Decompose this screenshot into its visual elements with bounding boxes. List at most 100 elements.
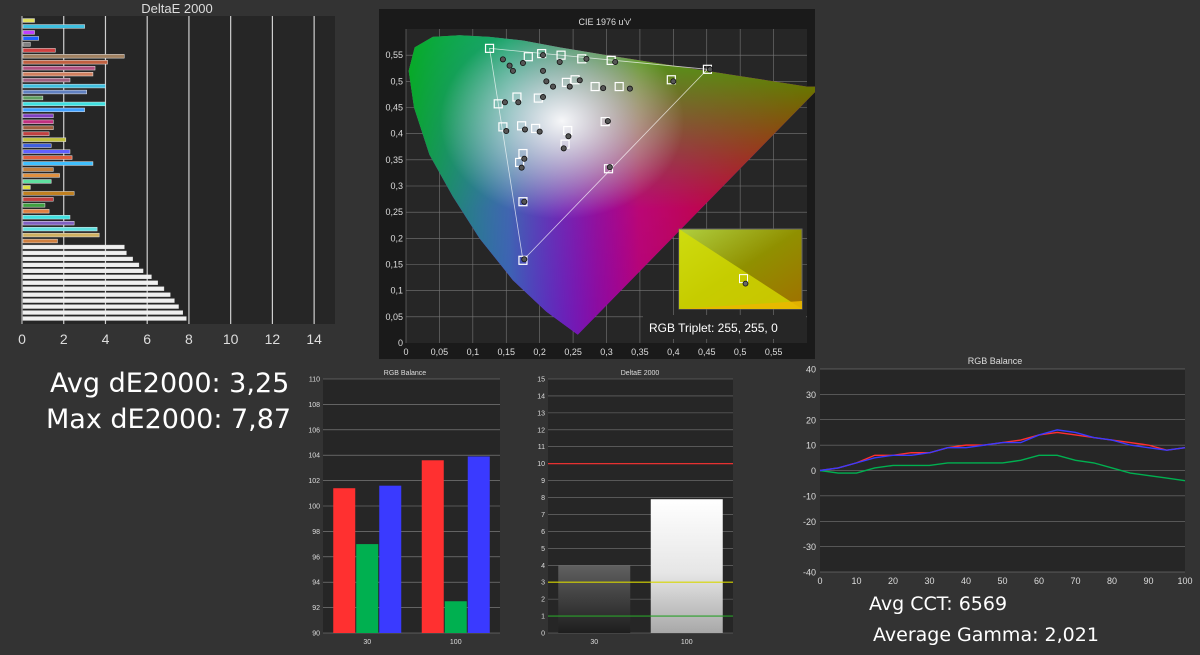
deltae-bar (22, 262, 140, 268)
y-tick-label: -10 (803, 491, 816, 501)
x-tick-label: 6 (143, 331, 151, 347)
max-de2000-label: Max dE2000: 7,87 (46, 404, 292, 435)
y-tick-label: 30 (806, 390, 816, 400)
x-tick-label: 10 (223, 331, 239, 347)
rgb-balance-bar (356, 544, 379, 633)
y-tick-label: 6 (541, 529, 545, 536)
measured-point (626, 85, 633, 92)
y-tick-label: 14 (537, 393, 545, 400)
y-tick-label: 0,2 (390, 233, 403, 243)
deltae-bar (22, 42, 31, 47)
rgb-balance-bar (467, 456, 490, 633)
x-tick-label: 90 (1143, 576, 1153, 586)
measured-point (536, 128, 543, 135)
measured-point (604, 118, 611, 125)
deltae-bar (22, 149, 71, 154)
deltae-bar (22, 167, 54, 172)
y-tick-label: 0 (398, 338, 403, 348)
x-tick-label: 0,2 (533, 347, 546, 357)
y-tick-label: 1 (541, 614, 545, 621)
y-tick-label: 0,35 (385, 155, 403, 165)
deltae-bar (22, 185, 31, 190)
x-tick-label: 0 (403, 347, 408, 357)
deltae-bar (22, 197, 54, 202)
deltae-bar (22, 203, 46, 208)
x-tick-label: 0 (18, 331, 26, 347)
deltae-bar (22, 292, 171, 297)
y-tick-label: 0,1 (390, 286, 403, 296)
measured-point (518, 164, 525, 171)
deltae-bar (22, 89, 87, 95)
deltae-bar-chart: DeltaE 2000 0 2 4 6 8 10 12 14 (18, 1, 335, 347)
deltae-gray-bar (650, 499, 723, 633)
y-tick-label: -30 (803, 542, 816, 552)
deltae-bar (22, 77, 71, 83)
measured-point (501, 99, 508, 106)
measured-point (519, 60, 526, 67)
y-tick-label: 92 (312, 605, 320, 612)
measured-point (576, 77, 583, 84)
y-tick-label: 0,5 (390, 76, 403, 86)
measured-point (540, 94, 547, 101)
deltae-bar (22, 161, 94, 166)
y-tick-label: 12 (537, 427, 545, 434)
deltae-bar (22, 24, 85, 29)
x-tick-label: 30 (363, 639, 371, 646)
y-tick-label: 0,55 (385, 50, 403, 60)
x-tick-label: 30 (590, 639, 598, 646)
measured-point (503, 128, 510, 135)
deltae-bar (22, 60, 108, 65)
rgb-balance-bar (333, 488, 356, 633)
measured-point (521, 198, 528, 205)
y-tick-label: 4 (541, 563, 545, 570)
y-tick-label: 15 (537, 377, 545, 384)
y-tick-label: 10 (537, 461, 545, 468)
y-tick-label: 100 (308, 504, 320, 511)
x-tick-label: 80 (1107, 576, 1117, 586)
x-tick-label: 60 (1034, 576, 1044, 586)
y-tick-label: 0 (541, 631, 545, 638)
deltae-bar (22, 54, 125, 59)
y-tick-label: 0 (811, 466, 816, 476)
y-tick-label: 20 (806, 415, 816, 425)
deltae-bar (22, 256, 133, 262)
y-tick-label: 0,4 (390, 129, 403, 139)
x-tick-label: 0,45 (698, 347, 716, 357)
deltae-bar (22, 215, 71, 220)
y-tick-label: -20 (803, 517, 816, 527)
deltae-bar (22, 280, 158, 285)
rgb-balance-bar (379, 485, 402, 633)
measured-point (560, 145, 567, 152)
deltae-bar (22, 36, 39, 41)
deltae-bar (22, 179, 52, 184)
deltae-gray-bar-chart: DeltaE 2000 0123456789101112131415 30 100 (537, 370, 733, 646)
deltae-bar (22, 310, 183, 315)
rgb-balance-bar (421, 460, 444, 633)
deltae-bar (22, 119, 54, 124)
measured-point (515, 99, 522, 106)
y-tick-label: 8 (541, 495, 545, 502)
x-tick-label: 0,3 (600, 347, 613, 357)
rgb-balance-line-chart: RGB Balance -40 -30 -20 -10 0 10 20 30 40 0 10 20 3… (803, 356, 1193, 586)
y-tick-label: 2 (541, 597, 545, 604)
deltae-bar (22, 268, 144, 273)
x-tick-label: 30 (924, 576, 934, 586)
deltae-bar (22, 232, 100, 238)
deltae-bar (22, 155, 73, 160)
deltae-bar (22, 221, 75, 226)
rgb-balance-line-title: RGB Balance (968, 356, 1023, 366)
y-tick-label: 98 (312, 529, 320, 536)
y-tick-label: 7 (541, 512, 545, 519)
measured-point (499, 56, 506, 63)
measured-point (612, 58, 619, 65)
cie-diagram: CIE 1976 u'v' RGB Triplet: 255, 255, 0 0… (379, 9, 815, 359)
y-tick-label: 0,25 (385, 207, 403, 217)
rgb-balance-bar-title: RGB Balance (384, 370, 427, 377)
measured-point (506, 62, 513, 69)
deltae-bar (22, 83, 106, 89)
measured-point (707, 66, 714, 73)
deltae-bar (22, 125, 54, 130)
deltae-bar (22, 66, 96, 71)
measured-point (566, 83, 573, 90)
deltae-bar (22, 274, 152, 279)
